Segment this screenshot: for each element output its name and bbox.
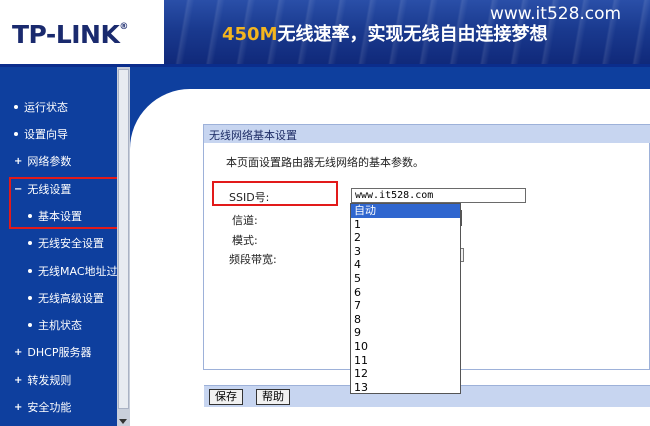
channel-option[interactable]: 9 (351, 326, 460, 340)
sidebar-item-status[interactable]: 运行状态 (14, 99, 68, 115)
banner: 450M无线速率，实现无线自由连接梦想 www.it528.com (164, 0, 650, 64)
expand-icon: + (14, 401, 23, 413)
channel-option[interactable]: 12 (351, 367, 460, 381)
channel-option[interactable]: 3 (351, 245, 460, 259)
sidebar-item-mac-filter[interactable]: 无线MAC地址过滤 (28, 263, 129, 279)
save-button[interactable]: 保存 (209, 389, 243, 405)
sidebar-scrollbar[interactable] (117, 67, 130, 426)
channel-option[interactable]: 2 (351, 231, 460, 245)
logo: TP-LINK® (0, 0, 162, 67)
expand-icon: + (14, 374, 23, 386)
bullet-icon (28, 323, 32, 327)
channel-option[interactable]: 6 (351, 286, 460, 300)
sidebar: 运行状态 设置向导 + 网络参数 − 无线设置 基本设置 无线安全设置 无线MAC地… (0, 67, 130, 426)
channel-option[interactable]: 7 (351, 299, 460, 313)
channel-label: 信道: (232, 214, 258, 227)
bullet-icon (28, 269, 32, 273)
logo-text: TP-LINK® (12, 20, 128, 49)
panel-title: 无线网络基本设置 (204, 125, 650, 143)
channel-option[interactable]: 8 (351, 313, 460, 327)
sidebar-item-wireless-advanced[interactable]: 无线高级设置 (28, 290, 104, 306)
channel-option[interactable]: 11 (351, 354, 460, 368)
channel-option[interactable]: 5 (351, 272, 460, 286)
wireless-highlight-box (9, 177, 119, 229)
sidebar-item-wireless-security[interactable]: 无线安全设置 (28, 235, 104, 251)
mode-label: 模式: (232, 234, 258, 247)
sidebar-item-dhcp[interactable]: + DHCP服务器 (14, 344, 91, 360)
channel-option[interactable]: 1 (351, 218, 460, 232)
bullet-icon (28, 296, 32, 300)
channel-highlight-box (212, 181, 338, 206)
help-button[interactable]: 帮助 (256, 389, 290, 405)
sidebar-item-host-status[interactable]: 主机状态 (28, 317, 82, 333)
ssid-input[interactable] (351, 188, 526, 203)
sidebar-item-wizard[interactable]: 设置向导 (14, 126, 68, 142)
watermark: www.it528.com (490, 4, 622, 24)
scrollbar-thumb[interactable] (118, 69, 129, 409)
scroll-down-icon[interactable] (119, 419, 127, 424)
channel-option-auto[interactable]: 自动 (351, 204, 460, 218)
bullet-icon (14, 105, 18, 109)
expand-icon: + (14, 346, 23, 358)
bandwidth-label: 频段带宽: (229, 253, 277, 266)
expand-icon: + (14, 155, 23, 167)
channel-option[interactable]: 4 (351, 258, 460, 272)
channel-option[interactable]: 13 (351, 381, 460, 395)
bullet-icon (28, 241, 32, 245)
sidebar-item-network[interactable]: + 网络参数 (14, 153, 71, 169)
sidebar-item-security[interactable]: + 安全功能 (14, 399, 71, 415)
channel-dropdown-list[interactable]: 自动 1 2 3 4 5 6 7 8 9 10 11 12 13 (350, 203, 461, 394)
panel-description: 本页面设置路由器无线网络的基本参数。 (226, 156, 424, 169)
bullet-icon (14, 132, 18, 136)
channel-option[interactable]: 10 (351, 340, 460, 354)
sidebar-item-forwarding[interactable]: + 转发规则 (14, 372, 71, 388)
header: TP-LINK® 450M无线速率，实现无线自由连接梦想 www.it528.c… (0, 0, 650, 67)
